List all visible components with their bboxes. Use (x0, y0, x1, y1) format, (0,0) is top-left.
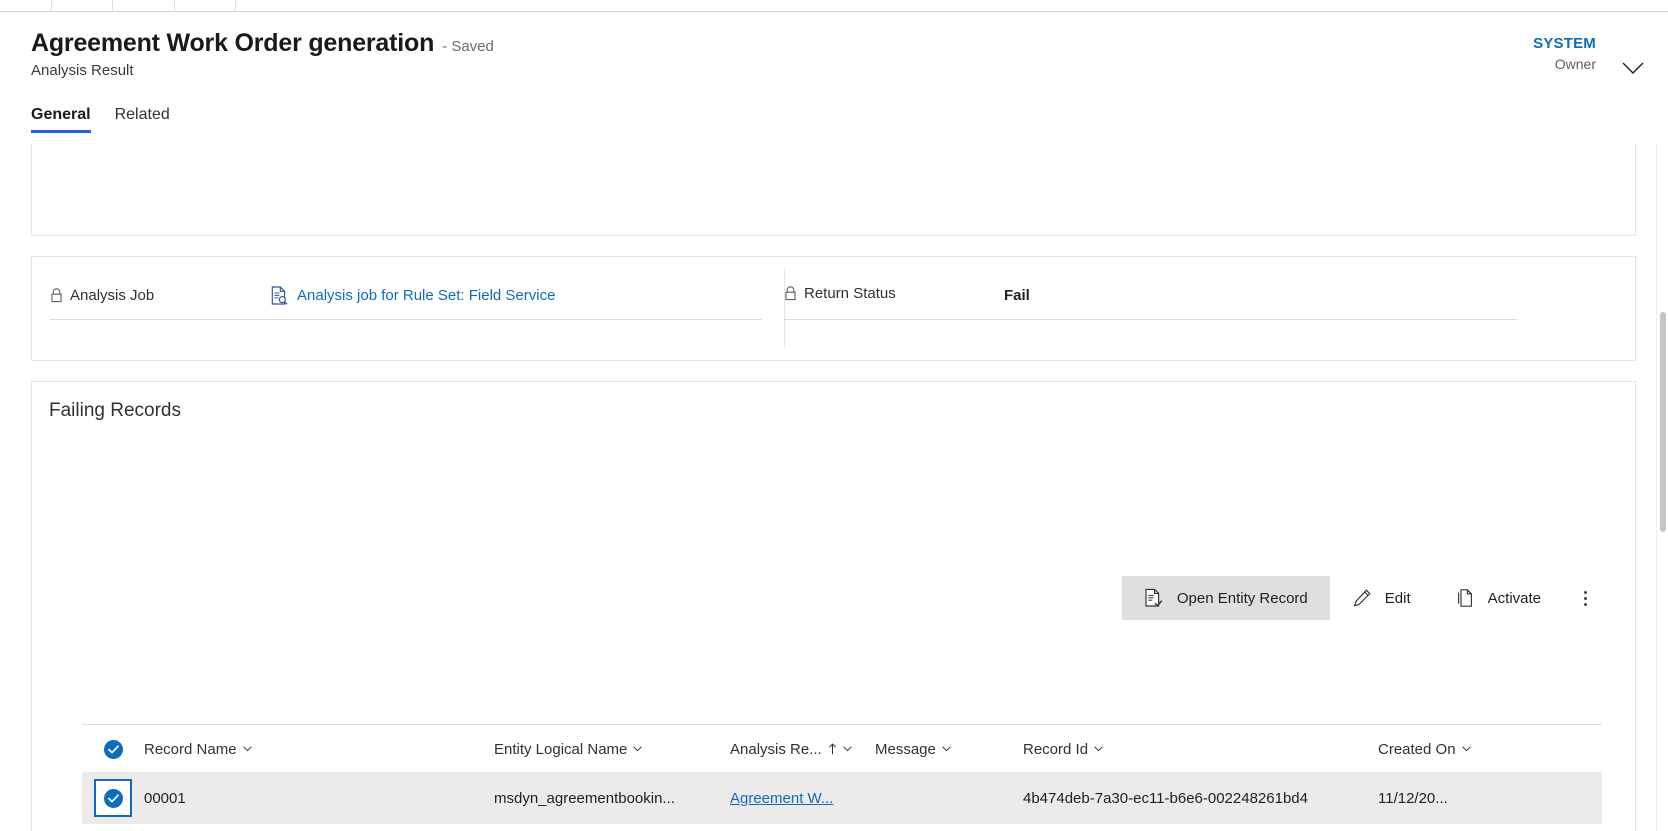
chevron-down-icon (1461, 746, 1471, 752)
tab-divider (51, 0, 52, 12)
tab-related[interactable]: Related (115, 106, 170, 133)
page-title: Agreement Work Order generation (31, 29, 435, 57)
checkmark-circle-icon (103, 788, 123, 808)
return-status-underline (784, 319, 1517, 320)
row-checkbox[interactable] (94, 779, 132, 817)
column-header-record-name-label: Record Name (144, 740, 237, 758)
column-header-message-label: Message (875, 740, 936, 758)
column-header-created-on[interactable]: Created On (1378, 741, 1538, 758)
lock-icon (785, 286, 796, 301)
entity-name-label: Analysis Result (31, 62, 134, 79)
row-select-cell[interactable] (82, 779, 144, 817)
more-dots (1583, 590, 1587, 606)
edit-label: Edit (1384, 589, 1411, 607)
grid-header-divider (82, 724, 1602, 725)
analysis-job-link[interactable]: Analysis job for Rule Set: Field Service (297, 287, 555, 304)
content-edge-line (1656, 144, 1657, 831)
tab-divider (235, 0, 236, 12)
analysis-job-section: Analysis Job Analysis job for Rule Set: … (31, 256, 1636, 361)
column-header-record-id[interactable]: Record Id (1023, 741, 1378, 758)
cell-record-name: 00001 (144, 789, 186, 807)
cell-entity-logical-name: msdyn_agreementbookin... (494, 789, 675, 807)
title-row: Agreement Work Order generation - Saved (31, 29, 494, 58)
tab-divider (112, 0, 113, 12)
owner-field[interactable]: SYSTEM Owner (1533, 35, 1596, 73)
open-entity-record-icon (1145, 588, 1163, 607)
browser-tabstrip-sliver (0, 0, 1668, 12)
page-scrollbar-thumb[interactable] (1660, 312, 1666, 532)
owner-role-label: Owner (1554, 55, 1596, 72)
dot (1583, 590, 1587, 594)
failing-records-section: Failing Records Open Entity Record Edit … (31, 381, 1636, 831)
chevron-down-icon[interactable] (1620, 55, 1646, 81)
chevron-down-icon (242, 746, 252, 752)
return-status-label: Return Status (804, 285, 896, 302)
grid-title: Failing Records (49, 400, 181, 421)
open-entity-record-label: Open Entity Record (1176, 589, 1308, 607)
cell-created-on: 11/12/20... (1378, 789, 1448, 807)
column-header-record-id-label: Record Id (1023, 740, 1089, 758)
table-header-row: Record Name Entity Logical Name Analysis… (82, 727, 1572, 771)
return-status-value: Fail (1004, 287, 1030, 304)
edit-button[interactable]: Edit (1330, 576, 1433, 620)
checkmark-circle-icon (103, 739, 123, 759)
select-all-cell[interactable] (82, 739, 144, 759)
owner-name-link[interactable]: SYSTEM (1533, 35, 1596, 54)
grid-command-bar: Open Entity Record Edit Activate (1121, 576, 1607, 620)
analysis-job-value-row[interactable]: Analysis job for Rule Set: Field Service (271, 286, 555, 305)
analysis-job-label-group: Analysis Job (50, 287, 154, 304)
more-vertical-icon[interactable] (1563, 576, 1607, 620)
dot (1583, 596, 1587, 600)
column-header-record-name[interactable]: Record Name (144, 741, 494, 758)
tab-divider (174, 0, 175, 12)
chevron-down-icon (842, 746, 852, 752)
analysis-job-underline (50, 319, 762, 320)
analysis-job-label: Analysis Job (70, 287, 155, 304)
tab-general[interactable]: General (31, 106, 91, 133)
cell-record-id: 4b474deb-7a30-ec11-b6e6-002248261bd4 (1023, 789, 1308, 807)
page-scrollbar[interactable] (1658, 144, 1668, 831)
help-link-section: Help Link https://go.microsoft.com/fwlin… (31, 144, 1636, 236)
document-search-icon (271, 286, 288, 305)
column-header-message[interactable]: Message (875, 741, 1023, 758)
analysis-job-field: Analysis Job (50, 287, 154, 304)
grid-table: Record Name Entity Logical Name Analysis… (82, 727, 1572, 771)
pencil-icon (1353, 589, 1371, 607)
page-copy-icon (1457, 589, 1472, 607)
activate-label: Activate (1487, 589, 1541, 607)
open-entity-record-button[interactable]: Open Entity Record (1121, 576, 1330, 620)
chevron-down-icon (633, 746, 643, 752)
form-tabs: General Related (31, 106, 170, 133)
section-column-divider (784, 269, 785, 347)
form-scroll-area[interactable]: Help Link https://go.microsoft.com/fwlin… (0, 144, 1668, 831)
column-header-entity-logical-name[interactable]: Entity Logical Name (494, 741, 730, 758)
chevron-down-icon (942, 746, 951, 752)
column-header-entity-logical-name-label: Entity Logical Name (494, 740, 628, 758)
table-row[interactable]: 00001 msdyn_agreementbookin... Agreement… (82, 772, 1602, 824)
lock-icon (51, 288, 62, 303)
dot (1583, 602, 1587, 606)
column-header-analysis-result[interactable]: Analysis Re... (730, 741, 875, 758)
chevron-down-icon (1094, 746, 1103, 752)
sort-ascending-icon (828, 743, 836, 755)
return-status-label-group: Return Status (784, 285, 896, 302)
return-status-field: Return Status (784, 285, 896, 302)
activate-button[interactable]: Activate (1433, 576, 1563, 620)
column-header-created-on-label: Created On (1378, 740, 1456, 758)
cell-analysis-result-link[interactable]: Agreement W... (730, 790, 875, 807)
save-status-label: - Saved (442, 38, 494, 55)
column-header-analysis-result-label: Analysis Re... (730, 740, 822, 758)
form-header: Agreement Work Order generation - Saved … (0, 13, 1668, 157)
